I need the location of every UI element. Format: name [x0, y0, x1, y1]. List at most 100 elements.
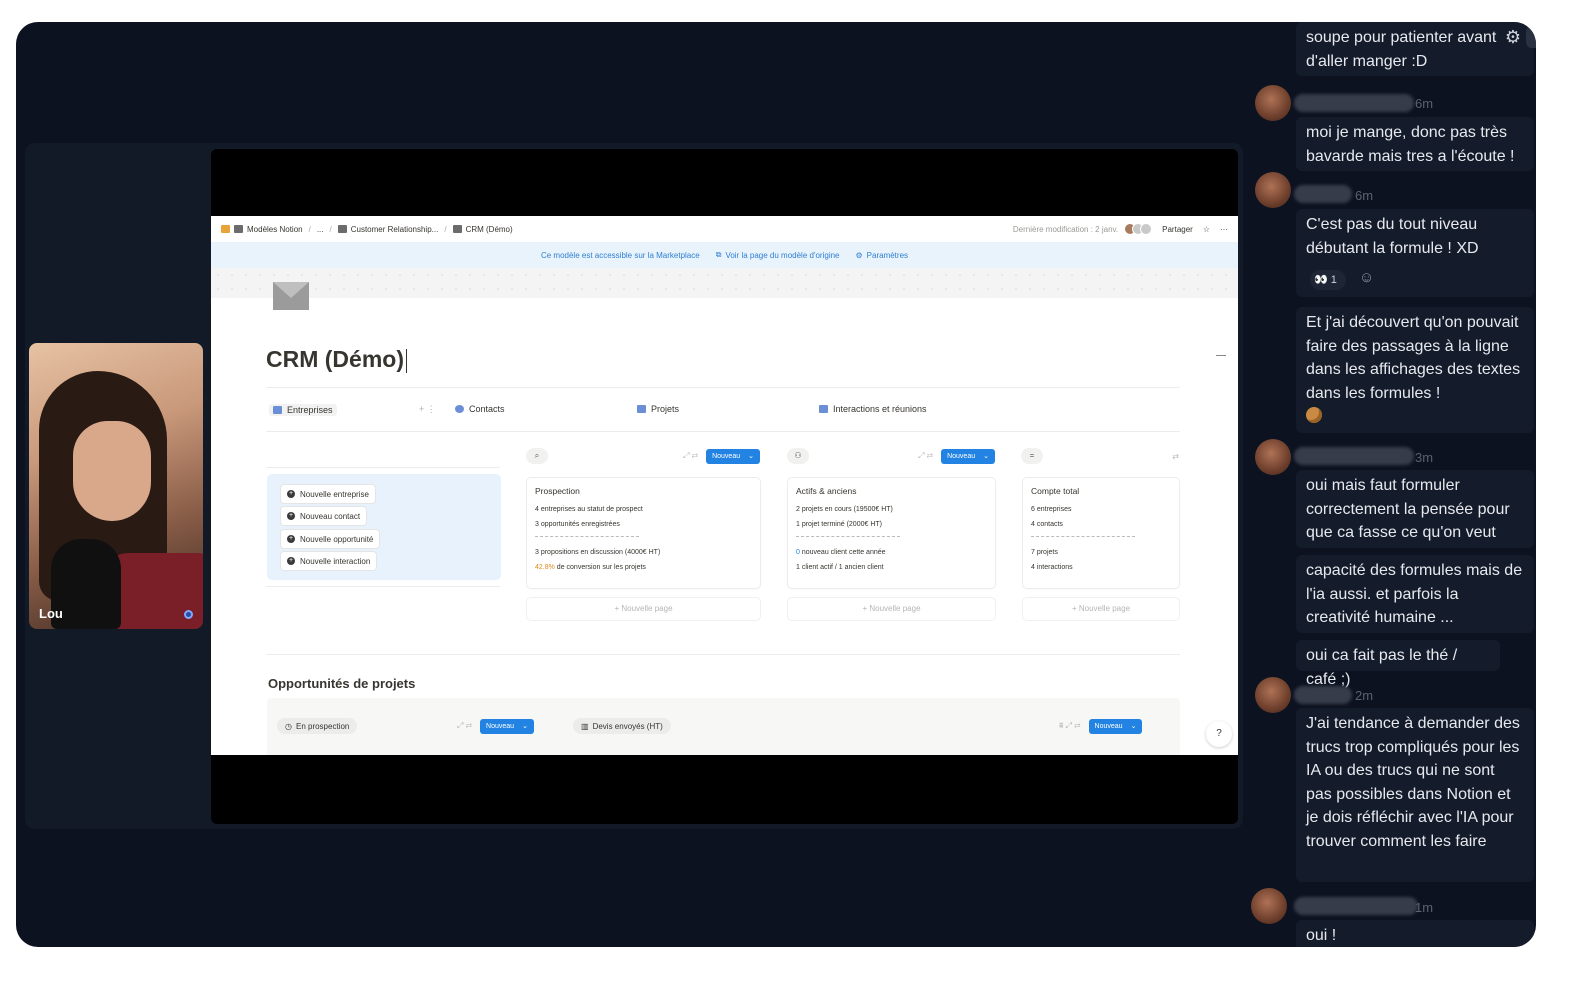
compte-toolbar: = ⇄	[1021, 448, 1179, 464]
plus-icon: +	[287, 512, 295, 520]
more-button[interactable]: ···	[1220, 225, 1228, 234]
divider	[266, 586, 500, 587]
quick-actions-panel: + Nouvelle entreprise + Nouveau contact + N…	[267, 474, 501, 580]
reaction-eyes[interactable]: 👀 1	[1310, 270, 1346, 290]
link-icon: ⧉	[715, 250, 722, 259]
page-cover	[211, 268, 1238, 298]
participant-face	[73, 421, 151, 521]
new-button[interactable]: Nouveau ⌄	[706, 448, 760, 464]
message-time: 2m	[1355, 688, 1374, 703]
message-time: 3m	[1415, 450, 1434, 465]
gear-icon: ⚙	[855, 250, 863, 260]
avatar[interactable]	[1255, 677, 1291, 713]
tab-interactions[interactable]: Interactions et réunions	[819, 404, 927, 414]
group-chip-prospection[interactable]: ◷ En prospection	[277, 718, 358, 734]
breadcrumb-item[interactable]: Modèles Notion	[221, 225, 303, 234]
participant-video-tile[interactable]: Lou	[29, 343, 203, 629]
gear-icon[interactable]: ⚙	[1502, 26, 1524, 48]
breadcrumb-item[interactable]: ...	[317, 225, 324, 234]
avatar[interactable]	[1255, 85, 1291, 121]
view-original-button[interactable]: ⧉ Voir la page du modèle d'origine	[716, 250, 840, 260]
share-button[interactable]: Partager	[1162, 225, 1193, 234]
briefcase-icon	[637, 405, 646, 413]
add-icon[interactable]: + ⋮	[419, 404, 436, 415]
new-page-button[interactable]: + Nouvelle page	[1023, 598, 1179, 620]
page-title[interactable]: CRM (Démo)	[266, 346, 407, 373]
card-compte-total[interactable]: Compte total 6 entreprises 4 contacts 7 …	[1023, 478, 1179, 588]
search-icon[interactable]: ⌕	[526, 448, 548, 464]
new-page-button[interactable]: + Nouvelle page	[527, 598, 760, 620]
prospection-toolbar: ⌕ ⤢ ⇄ Nouveau ⌄	[526, 448, 760, 464]
cookie-emoji-icon	[1306, 407, 1322, 423]
chat-message: oui ca fait pas le thé / café ;)	[1296, 640, 1500, 688]
marketplace-link[interactable]: Ce modèle est accessible sur la Marketpl…	[541, 251, 700, 260]
text-cursor	[406, 348, 407, 373]
chevron-down-icon: ⌄	[1130, 722, 1137, 730]
sender-name	[1294, 447, 1414, 465]
divider	[266, 467, 500, 468]
tab-entreprises[interactable]: Entreprises	[269, 404, 337, 416]
sort-icon[interactable]: ⇄	[1172, 452, 1179, 461]
tab-projets[interactable]: Projets	[637, 404, 679, 414]
video-stage: Lou Modèles Notion / ... / Customer Rela…	[25, 143, 1243, 829]
expand-icon[interactable]: ⤢ ⇄	[457, 721, 472, 731]
chat-message: J'ai tendance à demander des trucs trop …	[1296, 708, 1534, 882]
template-banner: Ce modèle est accessible sur la Marketpl…	[211, 242, 1238, 268]
participant-status-icon	[184, 610, 193, 619]
new-button[interactable]: Nouveau ⌄	[1088, 718, 1143, 734]
clock-icon: ◷	[285, 721, 292, 731]
help-button[interactable]: ?	[1206, 721, 1232, 747]
new-opportunity-button[interactable]: + Nouvelle opportunité	[281, 530, 380, 548]
board-toolbar: ⩩ ⤢ ⇄ Nouveau ⌄	[1059, 718, 1143, 734]
panel-tab[interactable]	[1526, 26, 1536, 48]
avatar[interactable]	[1255, 172, 1291, 208]
new-contact-button[interactable]: + Nouveau contact	[281, 507, 367, 525]
avatar[interactable]	[1251, 888, 1287, 924]
chat-message: oui mais faut formuler correctement la p…	[1296, 470, 1534, 548]
last-modified: Dernière modification : 2 janv.	[1012, 224, 1119, 234]
settings-button[interactable]: ⚙ Paramètres	[856, 251, 909, 260]
chat-message: capacité des formules mais de l'ia aussi…	[1296, 555, 1534, 633]
breadcrumb-item[interactable]: CRM (Démo)	[452, 225, 513, 234]
board-toolbar: ⤢ ⇄ Nouveau ⌄	[457, 718, 534, 734]
card-actifs[interactable]: Actifs & anciens 2 projets en cours (195…	[788, 478, 995, 588]
group-chip-devis[interactable]: ▥ Devis envoyés (HT)	[573, 718, 671, 734]
card-prospection[interactable]: Prospection 4 entreprises au statut de p…	[527, 478, 760, 588]
collapse-icon[interactable]	[1216, 355, 1226, 356]
new-page-button[interactable]: + Nouvelle page	[788, 598, 995, 620]
chevron-down-icon: ⌄	[983, 452, 989, 460]
new-button[interactable]: Nouveau ⌄	[480, 718, 534, 734]
expand-icon[interactable]: ⤢ ⇄	[683, 451, 698, 461]
breadcrumb-item[interactable]: Customer Relationship...	[337, 225, 438, 234]
add-reaction-icon[interactable]: ☺	[1359, 269, 1374, 286]
chevron-down-icon: ⌄	[522, 722, 528, 730]
new-interaction-button[interactable]: + Nouvelle interaction	[281, 552, 377, 570]
avatar[interactable]	[1255, 439, 1291, 475]
new-button[interactable]: Nouveau ⌄	[941, 448, 995, 464]
actifs-toolbar: ⚇ ⤢ ⇄ Nouveau ⌄	[787, 448, 995, 464]
new-company-button[interactable]: + Nouvelle entreprise	[281, 485, 375, 503]
chevron-down-icon: ⌄	[748, 452, 754, 460]
bar-chart-icon: ▥	[581, 721, 589, 731]
chat-message: moi je mange, donc pas très bavarde mais…	[1296, 117, 1534, 171]
sender-name	[1294, 185, 1352, 203]
equals-icon[interactable]: =	[1021, 448, 1043, 464]
plus-icon: +	[287, 557, 295, 565]
page-icon	[234, 225, 243, 233]
tab-contacts[interactable]: Contacts	[455, 404, 505, 414]
sidebar-toggle-icon[interactable]	[221, 225, 230, 233]
message-time: 6m	[1415, 96, 1434, 111]
people-icon[interactable]: ⚇	[787, 448, 809, 464]
message-time: 1m	[1415, 900, 1434, 915]
sender-name	[1294, 94, 1414, 112]
envelope-icon[interactable]	[273, 282, 309, 310]
table-icon	[452, 225, 462, 233]
collaborator-avatars[interactable]	[1124, 223, 1153, 235]
topbar-right: Dernière modification : 2 janv. Partager…	[1013, 223, 1228, 235]
chat-panel: soupe pour patienter avant d'aller mange…	[1249, 22, 1536, 947]
calendar-icon	[819, 405, 828, 413]
star-icon[interactable]: ☆	[1203, 225, 1210, 234]
expand-icon[interactable]: ⤢ ⇄	[918, 451, 933, 461]
meeting-window: Lou Modèles Notion / ... / Customer Rela…	[16, 22, 1536, 947]
filter-icon[interactable]: ⩩ ⤢ ⇄	[1059, 721, 1081, 731]
